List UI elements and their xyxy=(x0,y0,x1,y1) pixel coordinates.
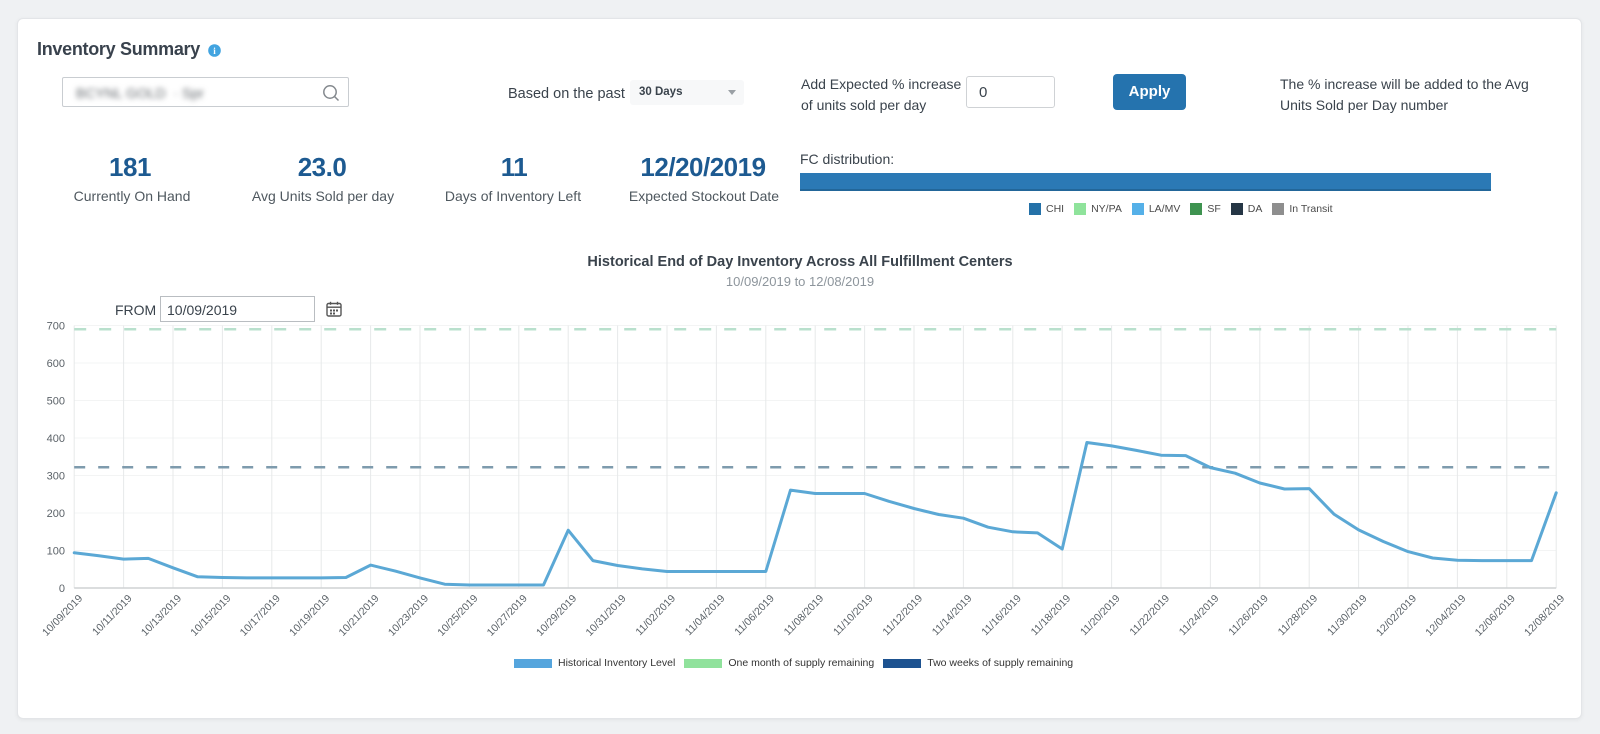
svg-text:11/22/2019: 11/22/2019 xyxy=(1127,592,1172,638)
svg-text:11/12/2019: 11/12/2019 xyxy=(880,592,925,638)
svg-text:100: 100 xyxy=(47,546,65,558)
svg-text:400: 400 xyxy=(47,433,65,445)
svg-text:12/04/2019: 12/04/2019 xyxy=(1423,592,1468,638)
svg-text:10/29/2019: 10/29/2019 xyxy=(534,592,579,638)
svg-text:10/09/2019: 10/09/2019 xyxy=(40,592,85,638)
svg-text:10/27/2019: 10/27/2019 xyxy=(485,592,530,638)
svg-text:500: 500 xyxy=(47,396,65,408)
svg-text:700: 700 xyxy=(47,321,65,333)
svg-text:10/17/2019: 10/17/2019 xyxy=(238,592,283,638)
svg-text:11/04/2019: 11/04/2019 xyxy=(683,592,728,638)
svg-text:10/21/2019: 10/21/2019 xyxy=(336,592,381,638)
svg-text:10/11/2019: 10/11/2019 xyxy=(90,592,135,638)
svg-text:11/14/2019: 11/14/2019 xyxy=(930,592,975,638)
svg-text:10/23/2019: 10/23/2019 xyxy=(386,592,431,638)
svg-text:11/10/2019: 11/10/2019 xyxy=(831,592,876,638)
svg-text:11/20/2019: 11/20/2019 xyxy=(1078,592,1123,638)
svg-text:10/15/2019: 10/15/2019 xyxy=(188,592,233,638)
svg-text:11/18/2019: 11/18/2019 xyxy=(1029,592,1074,638)
svg-text:10/31/2019: 10/31/2019 xyxy=(583,592,628,638)
svg-text:10/19/2019: 10/19/2019 xyxy=(287,592,332,638)
svg-text:11/06/2019: 11/06/2019 xyxy=(732,592,777,638)
svg-text:11/02/2019: 11/02/2019 xyxy=(633,592,678,638)
svg-text:200: 200 xyxy=(47,508,65,520)
svg-text:11/28/2019: 11/28/2019 xyxy=(1276,592,1321,638)
svg-text:11/30/2019: 11/30/2019 xyxy=(1325,592,1370,638)
svg-text:300: 300 xyxy=(47,471,65,483)
svg-text:11/24/2019: 11/24/2019 xyxy=(1177,592,1222,638)
svg-text:11/08/2019: 11/08/2019 xyxy=(782,592,827,638)
svg-text:600: 600 xyxy=(47,358,65,370)
svg-text:12/06/2019: 12/06/2019 xyxy=(1473,592,1518,638)
svg-text:0: 0 xyxy=(59,583,65,595)
svg-text:11/26/2019: 11/26/2019 xyxy=(1226,592,1271,638)
svg-text:10/13/2019: 10/13/2019 xyxy=(139,592,184,638)
svg-text:12/08/2019: 12/08/2019 xyxy=(1522,592,1567,638)
svg-text:11/16/2019: 11/16/2019 xyxy=(979,592,1024,638)
svg-text:10/25/2019: 10/25/2019 xyxy=(435,592,480,638)
svg-text:12/02/2019: 12/02/2019 xyxy=(1374,592,1419,638)
